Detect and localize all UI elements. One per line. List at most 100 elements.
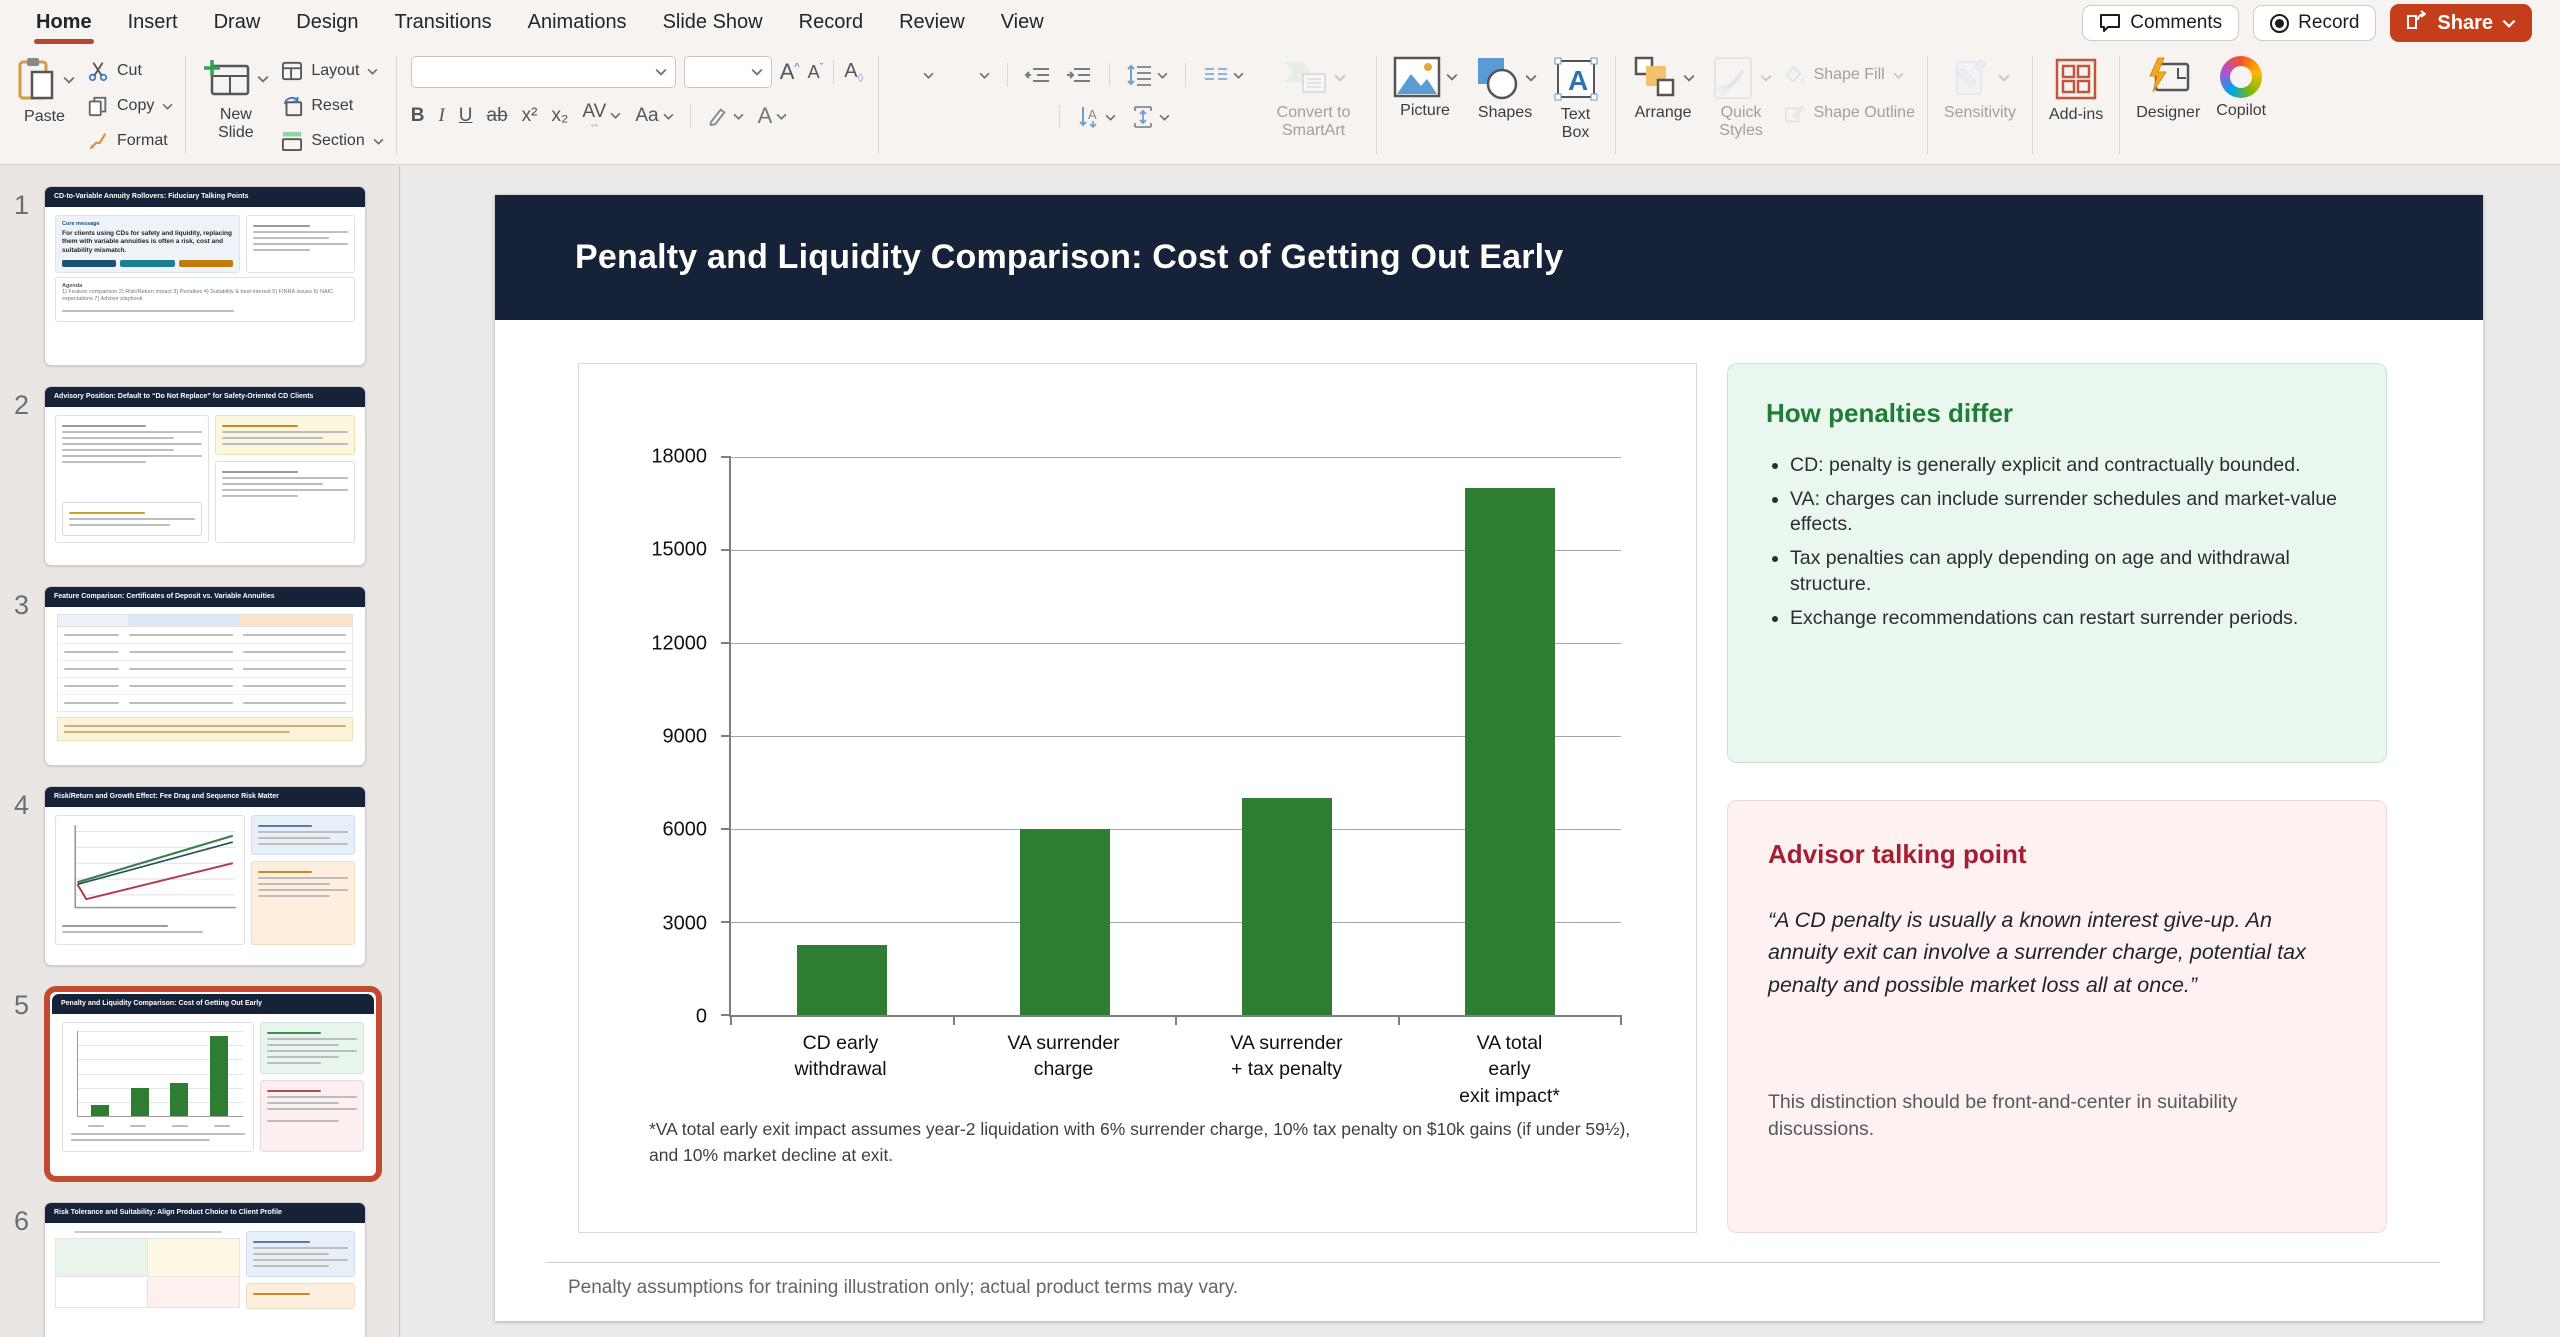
line-spacing-icon	[1127, 64, 1153, 86]
increase-font-button[interactable]: A^	[780, 59, 800, 85]
copy-button[interactable]: Copy	[87, 91, 173, 121]
slide-thumbnail-2[interactable]: Advisory Position: Default to “Do Not Re…	[44, 386, 366, 566]
y-tick-label: 0	[696, 1006, 707, 1029]
slide-thumbnail-5[interactable]: Penalty and Liquidity Comparison: Cost o…	[52, 994, 374, 1174]
tab-design[interactable]: Design	[278, 1, 376, 46]
layout-button[interactable]: Layout	[281, 56, 383, 86]
thumb-core-text: For clients using CDs for safety and liq…	[62, 230, 233, 255]
numbering-button[interactable]	[949, 72, 990, 79]
thumb-title: Risk/Return and Growth Effect: Fee Drag …	[45, 787, 365, 807]
gridline	[731, 457, 1621, 458]
designer-icon	[2144, 56, 2192, 100]
decrease-indent-button[interactable]	[1025, 65, 1051, 85]
shape-fill-label: Shape Fill	[1814, 66, 1885, 84]
section-label: Section	[311, 132, 364, 150]
y-tick-label: 18000	[651, 446, 707, 469]
clear-formatting-button[interactable]: A◊	[844, 60, 863, 85]
thumbnail-row-3: 3 Feature Comparison: Certificates of De…	[0, 586, 399, 766]
format-painter-button[interactable]: Format	[87, 126, 173, 156]
decrease-font-button[interactable]: Aˇ	[808, 62, 824, 83]
tab-draw[interactable]: Draw	[196, 1, 279, 46]
text-box-icon: A	[1553, 56, 1599, 102]
bold-button[interactable]: B	[411, 105, 425, 127]
how-penalties-differ-box[interactable]: How penalties differ CD: penalty is gene…	[1727, 363, 2387, 763]
character-spacing-button[interactable]: AV ↔	[582, 103, 621, 130]
section-icon	[281, 131, 303, 151]
add-ins-button[interactable]: Add-ins	[2041, 54, 2111, 126]
quick-styles-button[interactable]: Quick Styles	[1703, 54, 1780, 143]
advisor-talking-point-box[interactable]: Advisor talking point “A CD penalty is u…	[1727, 800, 2387, 1233]
tab-slide-show[interactable]: Slide Show	[645, 1, 781, 46]
paste-button[interactable]: Paste	[6, 54, 83, 128]
comments-button[interactable]: Comments	[2082, 5, 2239, 41]
change-case-button[interactable]: Aa	[635, 105, 673, 127]
highlight-color-button[interactable]	[707, 106, 744, 126]
italic-button[interactable]: I	[438, 105, 444, 127]
shape-fill-button[interactable]: Shape Fill	[1784, 60, 1915, 90]
slide-thumbnail-4[interactable]: Risk/Return and Growth Effect: Fee Drag …	[44, 786, 366, 966]
superscript-button[interactable]: x²	[522, 105, 538, 127]
share-button[interactable]: Share	[2390, 4, 2532, 42]
designer-label: Designer	[2136, 104, 2200, 122]
align-text-button[interactable]	[1131, 105, 1170, 129]
green-box-bullet-list: CD: penalty is generally explicit and co…	[1790, 453, 2348, 631]
sensitivity-button[interactable]: Sensitivity	[1936, 54, 2024, 124]
tab-review[interactable]: Review	[881, 1, 983, 46]
highlighter-icon	[707, 106, 729, 126]
font-name-select[interactable]	[411, 56, 676, 88]
text-direction-button[interactable]: A	[1077, 105, 1116, 129]
section-button[interactable]: Section	[281, 126, 383, 156]
line-spacing-button[interactable]	[1127, 64, 1168, 86]
new-slide-button[interactable]: New Slide	[194, 54, 277, 145]
chart-bar-4[interactable]	[1465, 488, 1555, 1015]
slide-footer-text[interactable]: Penalty assumptions for training illustr…	[568, 1277, 1238, 1299]
chart-bar-2[interactable]	[1020, 829, 1110, 1015]
bullet-item: VA: charges can include surrender schedu…	[1790, 487, 2348, 538]
copilot-icon	[2220, 56, 2262, 98]
subscript-button[interactable]: x₂	[552, 105, 569, 127]
tab-animations[interactable]: Animations	[510, 1, 645, 46]
slide-thumbnail-1[interactable]: CD-to-Variable Annuity Rollovers: Fiduci…	[44, 186, 366, 366]
tab-transitions[interactable]: Transitions	[377, 1, 510, 46]
tab-insert[interactable]: Insert	[110, 1, 196, 46]
slide-thumbnail-6[interactable]: Risk Tolerance and Suitability: Align Pr…	[44, 1202, 366, 1337]
font-size-select[interactable]	[684, 56, 772, 88]
bullets-button[interactable]	[893, 72, 934, 79]
chart-object[interactable]: 0300060009000120001500018000 CD early wi…	[578, 363, 1697, 1233]
thumbnail-row-6: 6 Risk Tolerance and Suitability: Align …	[0, 1202, 399, 1337]
designer-button[interactable]: Designer	[2128, 54, 2208, 124]
convert-to-smartart-button[interactable]: Convert to SmartArt	[1260, 54, 1368, 143]
x-tick-label: CD early withdrawal	[794, 1030, 886, 1083]
comments-label: Comments	[2130, 12, 2222, 34]
font-color-button[interactable]: A	[758, 103, 788, 129]
layout-label: Layout	[311, 62, 359, 80]
layout-icon	[281, 61, 303, 81]
arrange-button[interactable]: Arrange	[1624, 54, 1703, 124]
shape-outline-button[interactable]: Shape Outline	[1784, 98, 1915, 128]
chart-bar-1[interactable]	[797, 945, 887, 1015]
picture-button[interactable]: Picture	[1385, 54, 1466, 122]
record-button[interactable]: Record	[2253, 5, 2376, 41]
tab-home[interactable]: Home	[18, 1, 110, 46]
increase-indent-button[interactable]	[1066, 65, 1092, 85]
reset-button[interactable]: Reset	[281, 91, 383, 121]
text-box-button[interactable]: A Text Box	[1545, 54, 1607, 145]
quick-styles-label: Quick Styles	[1715, 104, 1767, 141]
underline-button[interactable]: U	[459, 105, 473, 127]
cut-button[interactable]: Cut	[87, 56, 173, 86]
convert-to-smartart-label: Convert to SmartArt	[1268, 104, 1360, 141]
slide-number: 4	[0, 786, 44, 966]
tab-view[interactable]: View	[983, 1, 1062, 46]
strikethrough-button[interactable]: ab	[487, 105, 508, 127]
y-tick-label: 3000	[663, 912, 708, 935]
columns-button[interactable]	[1203, 66, 1244, 84]
slide-thumbnail-3[interactable]: Feature Comparison: Certificates of Depo…	[44, 586, 366, 766]
shapes-button[interactable]: Shapes	[1466, 54, 1545, 124]
tab-record[interactable]: Record	[781, 1, 881, 46]
chart-bar-3[interactable]	[1242, 798, 1332, 1015]
slide-editing-area[interactable]: Penalty and Liquidity Comparison: Cost o…	[495, 195, 2483, 1321]
menu-bar: Home Insert Draw Design Transitions Anim…	[0, 0, 2560, 46]
selected-thumbnail-border: Penalty and Liquidity Comparison: Cost o…	[44, 986, 382, 1182]
copilot-button[interactable]: Copilot	[2208, 54, 2274, 122]
slide-title-bar[interactable]: Penalty and Liquidity Comparison: Cost o…	[495, 195, 2483, 320]
